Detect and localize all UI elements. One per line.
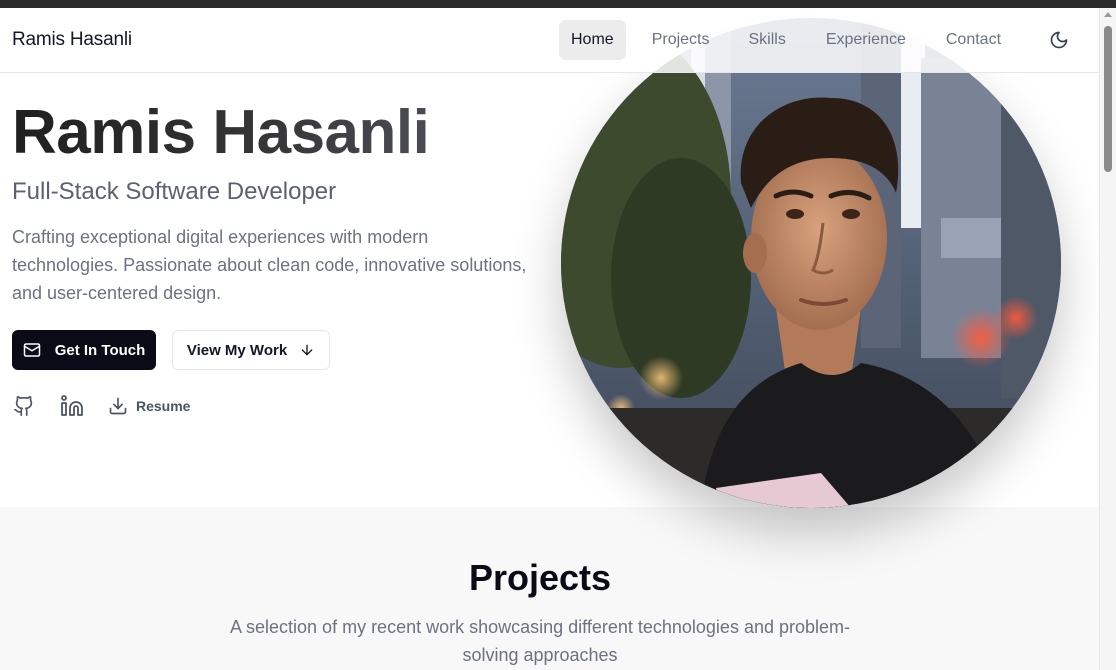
download-icon [109,397,127,415]
hero-name: Ramis Hasanli [12,98,430,167]
nav-item-skills[interactable]: Skills [736,20,797,60]
social-links: Resume [12,394,190,418]
nav-item-experience[interactable]: Experience [814,20,918,60]
projects-title: Projects [468,557,612,598]
hero-description: Crafting exceptional digital experiences… [12,227,527,303]
projects-section: Projects A selection of my recent work s… [0,507,1099,670]
nav-item-home[interactable]: Home [559,20,626,60]
projects-subtitle: A selection of my recent work showcasing… [230,617,850,665]
linkedin-icon [61,395,83,416]
mail-icon [23,343,40,357]
scrollbar-thumb[interactable] [1104,26,1112,172]
resume-label: Resume [136,398,191,414]
linkedin-link[interactable] [60,394,84,418]
browser-top-bar [0,0,1116,8]
brand-name[interactable]: Ramis Hasanli [12,29,132,51]
resume-link[interactable]: Resume [108,396,190,416]
hero-role: Full-Stack Software Developer [12,178,337,205]
main-nav: Home Projects Skills Experience Contact [559,20,1077,60]
moon-icon [1050,31,1068,49]
github-icon [14,396,33,416]
profile-photo-illustration [561,18,1061,508]
site-header: Ramis Hasanli Home Projects Skills Exper… [0,8,1099,73]
arrow-down-icon [301,344,313,356]
get-in-touch-button[interactable]: Get In Touch [12,330,156,370]
github-link[interactable] [12,394,36,418]
view-my-work-button[interactable]: View My Work [172,330,330,370]
get-in-touch-label: Get In Touch [54,341,146,359]
theme-toggle-button[interactable] [1041,22,1077,58]
view-my-work-label: View My Work [186,341,288,359]
profile-photo [561,18,1061,508]
scroll-up-arrow-icon[interactable] [1104,12,1112,17]
nav-item-projects[interactable]: Projects [640,20,722,60]
vertical-scrollbar[interactable] [1099,8,1116,670]
page-viewport: Ramis Hasanli Home Projects Skills Exper… [0,8,1099,670]
nav-item-contact[interactable]: Contact [934,20,1013,60]
